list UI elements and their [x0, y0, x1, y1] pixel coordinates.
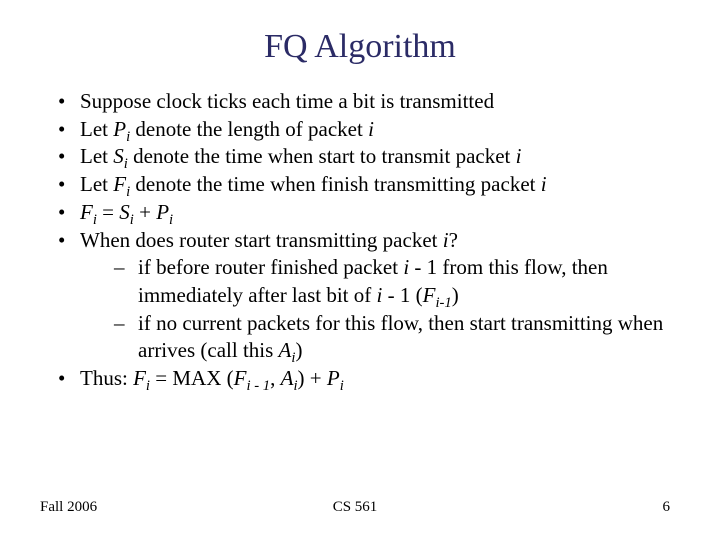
sub-bullet-list: if before router finished packet i - 1 f…: [80, 254, 670, 365]
bullet-4: Let Fi denote the time when finish trans…: [50, 171, 670, 199]
slide-title: FQ Algorithm: [50, 28, 670, 66]
sym-A: A: [281, 366, 294, 390]
bullet-1-text: Suppose clock ticks each time a bit is t…: [80, 89, 494, 113]
b3-pre: Let: [80, 144, 113, 168]
bullet-5: Fi = Si + Pi: [50, 199, 670, 227]
slide-body: Suppose clock ticks each time a bit is t…: [50, 88, 670, 393]
b6-pre: When does router start transmitting pack…: [80, 228, 443, 252]
sym-S: S: [113, 144, 124, 168]
sym-P: P: [327, 366, 340, 390]
footer-right: 6: [663, 499, 671, 516]
sym-F: F: [133, 366, 146, 390]
b7-c: ,: [270, 366, 281, 390]
b6-post: ?: [449, 228, 458, 252]
bullet-1: Suppose clock ticks each time a bit is t…: [50, 88, 670, 116]
bullet-7: Thus: Fi = MAX (Fi - 1, Ai) + Pi: [50, 365, 670, 393]
footer-left: Fall 2006: [40, 499, 97, 516]
b7-d: ) +: [298, 366, 327, 390]
footer-center: CS 561: [40, 499, 670, 516]
sub-bullet-2: if no current packets for this flow, the…: [80, 310, 670, 365]
sym-P: P: [156, 200, 169, 224]
bullet-2: Let Pi denote the length of packet i: [50, 116, 670, 144]
b4-mid: denote the time when finish transmitting…: [130, 172, 541, 196]
var-i: i: [541, 172, 547, 196]
slide: FQ Algorithm Suppose clock ticks each ti…: [0, 0, 720, 540]
bullet-3: Let Si denote the time when start to tra…: [50, 143, 670, 171]
var-i: i: [368, 117, 374, 141]
bullet-6: When does router start transmitting pack…: [50, 227, 670, 366]
eq-a: =: [97, 200, 119, 224]
eq-b: +: [134, 200, 156, 224]
s2-b: ): [295, 338, 302, 362]
sym-A: A: [279, 338, 292, 362]
s2-a: if no current packets for this flow, the…: [138, 311, 663, 363]
b2-mid: denote the length of packet: [130, 117, 368, 141]
b2-pre: Let: [80, 117, 113, 141]
var-i: i: [516, 144, 522, 168]
sym-P: P: [113, 117, 126, 141]
b3-mid: denote the time when start to transmit p…: [128, 144, 516, 168]
sym-S: S: [119, 200, 130, 224]
b7-b: = MAX (: [150, 366, 234, 390]
b4-pre: Let: [80, 172, 113, 196]
bullet-list: Suppose clock ticks each time a bit is t…: [50, 88, 670, 393]
sub-i: i: [340, 378, 344, 394]
s1-d: ): [452, 283, 459, 307]
s1-c: - 1 (: [382, 283, 422, 307]
sym-F: F: [113, 172, 126, 196]
sym-F: F: [80, 200, 93, 224]
sym-F: F: [234, 366, 247, 390]
sub-i-sp-m1: i - 1: [246, 378, 270, 394]
s1-a: if before router finished packet: [138, 255, 403, 279]
slide-footer: Fall 2006 CS 561 6: [0, 499, 720, 516]
sub-bullet-1: if before router finished packet i - 1 f…: [80, 254, 670, 309]
b7-a: Thus:: [80, 366, 133, 390]
sym-F: F: [423, 283, 436, 307]
